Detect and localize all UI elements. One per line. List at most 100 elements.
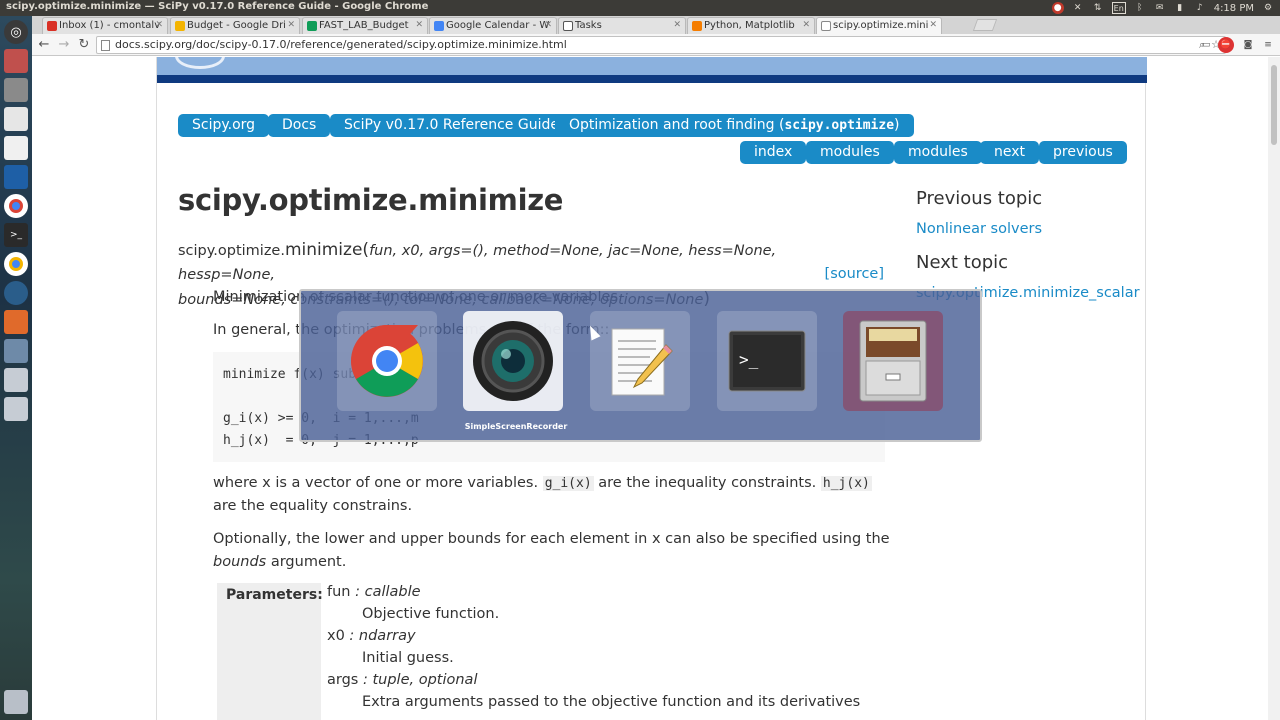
breadcrumb-docs[interactable]: Docs [268,114,331,137]
breadcrumb-optimize-prefix: Optimization and root finding ( [569,117,785,133]
app-switcher: SimpleScreenRecorder >_ [299,289,982,442]
scipy-logo[interactable] [175,57,225,69]
tab-label: Inbox (1) - cmontalv [59,20,161,31]
breadcrumb-optimize[interactable]: Optimization and root finding (scipy.opt… [555,114,914,137]
page-info-icon[interactable] [101,40,110,51]
calendar-icon [434,21,444,31]
tab-label: Tasks [575,20,602,31]
adblock-icon[interactable]: ⛔ [1218,37,1234,53]
drive-2-icon[interactable] [4,397,28,421]
mail-icon[interactable]: ✉ [1154,2,1166,14]
record-indicator-icon[interactable]: ● [1051,2,1064,14]
page-scrollbar[interactable] [1268,57,1280,720]
chrome-icon[interactable] [4,194,28,218]
breadcrumb-optimize-code: scipy.optimize [784,118,895,133]
tasks-icon [563,21,573,31]
close-icon[interactable]: ✕ [544,20,552,30]
clock[interactable]: 4:18 PM [1214,3,1254,14]
tab-python-matplotlib[interactable]: Python, Matplotlib ✕ [687,17,815,34]
close-icon[interactable]: ✕ [802,20,810,30]
nav-previous[interactable]: previous [1039,141,1127,164]
camera-icon[interactable] [4,78,28,102]
tab-label: Python, Matplotlib [704,20,795,31]
tab-scipy-minimize[interactable]: scipy.optimize.mini ✕ [816,17,942,35]
forward-arrow-icon[interactable]: → [56,37,72,53]
variables-text-b: are the inequality constraints. [593,475,821,491]
source-link[interactable]: [source] [825,262,884,286]
switcher-file-manager[interactable] [843,311,943,411]
close-icon[interactable]: ✕ [415,20,423,30]
ubuntu-software-icon[interactable] [4,310,28,334]
param-args: args : tuple, optional [327,672,477,688]
param-name: args [327,672,359,688]
tab-fast-lab-budget[interactable]: FAST_LAB_Budget ✕ [302,17,428,34]
document-viewer-icon[interactable] [4,165,28,189]
breadcrumb-scipy-org[interactable]: Scipy.org [178,114,270,137]
param-type: : ndarray [344,628,416,644]
new-tab-button[interactable] [972,19,998,31]
previous-topic-link[interactable]: Nonlinear solvers [916,221,1042,237]
nav-next[interactable]: next [980,141,1040,164]
cast-icon[interactable]: ▭ [1198,37,1214,53]
close-icon[interactable]: ✕ [287,20,295,30]
close-icon[interactable]: ✕ [929,20,937,30]
param-type: : callable [350,584,421,600]
site-header [157,57,1147,83]
switcher-chrome[interactable] [337,311,437,411]
bounds-paragraph: Optionally, the lower and upper bounds f… [213,528,893,574]
drive-icon[interactable] [4,368,28,392]
sig-module: scipy.optimize. [178,243,285,259]
bluetooth-icon[interactable]: ᛒ [1134,2,1146,14]
switcher-simplescreenrecorder[interactable] [463,311,563,411]
breadcrumb-reference-guide[interactable]: SciPy v0.17.0 Reference Guide [330,114,573,137]
reload-icon[interactable]: ↻ [76,37,92,53]
workspace-switcher-icon[interactable] [4,339,28,363]
page-title: scipy.optimize.minimize [178,183,564,217]
page-icon [821,21,831,31]
tab-label: FAST_LAB_Budget [319,20,409,31]
chrome-icon [351,325,423,397]
trash-icon[interactable] [4,690,28,714]
navigation-bar: ← → ↻ docs.scipy.org/doc/scipy-0.17.0/re… [32,34,1280,56]
nav-modules-2[interactable]: modules [894,141,982,164]
system-top-bar: scipy.optimize.minimize — SciPy v0.17.0 … [0,0,1280,16]
tab-budget[interactable]: Budget - Google Dri ✕ [170,17,300,34]
network-icon[interactable]: ⇅ [1092,2,1104,14]
tab-strip: Inbox (1) - cmontalv ✕ Budget - Google D… [32,16,1280,35]
dash-home-icon[interactable]: ◎ [4,20,28,44]
shield-extension-icon[interactable]: ◙ [1240,37,1256,53]
back-arrow-icon[interactable]: ← [36,37,52,53]
chrome-beta-icon[interactable] [4,252,28,276]
menu-icon[interactable]: ≡ [1260,37,1276,53]
volume-icon[interactable]: ♪ [1194,2,1206,14]
app-launcher: ◎ >_ [0,16,32,720]
gmail-icon [47,21,57,31]
previous-topic-heading: Previous topic [916,188,1043,209]
tab-inbox[interactable]: Inbox (1) - cmontalv ✕ [42,17,168,34]
switcher-text-editor[interactable] [590,311,690,411]
scrollbar-thumb[interactable] [1271,65,1277,145]
drive-icon [175,21,185,31]
power-gear-icon[interactable]: ⚙ [1262,2,1274,14]
param-name: x0 [327,628,345,644]
tab-tasks[interactable]: Tasks ✕ [558,17,686,34]
nav-index[interactable]: index [740,141,807,164]
breadcrumb-optimize-suffix: ) [894,117,900,133]
terminal-icon[interactable]: >_ [4,223,28,247]
switcher-terminal[interactable]: >_ [717,311,817,411]
param-fun: fun : callable [327,584,421,600]
url-text: docs.scipy.org/doc/scipy-0.17.0/referenc… [115,38,567,51]
variables-text-c: are the equality constrains. [213,498,413,514]
close-icon[interactable]: ✕ [155,20,163,30]
screen-recorder-icon[interactable] [4,281,28,305]
tab-google-calendar[interactable]: Google Calendar - W ✕ [429,17,557,34]
close-icon[interactable]: ✕ [673,20,681,30]
notes-icon[interactable] [4,136,28,160]
address-bar[interactable]: docs.scipy.org/doc/scipy-0.17.0/referenc… [96,36,1226,54]
keyboard-layout-indicator[interactable]: En [1111,2,1126,14]
settings-tools-icon[interactable]: ✕ [1072,2,1084,14]
text-editor-icon[interactable] [4,107,28,131]
battery-icon[interactable]: ▮ [1174,2,1186,14]
nav-modules[interactable]: modules [806,141,894,164]
files-icon[interactable] [4,49,28,73]
